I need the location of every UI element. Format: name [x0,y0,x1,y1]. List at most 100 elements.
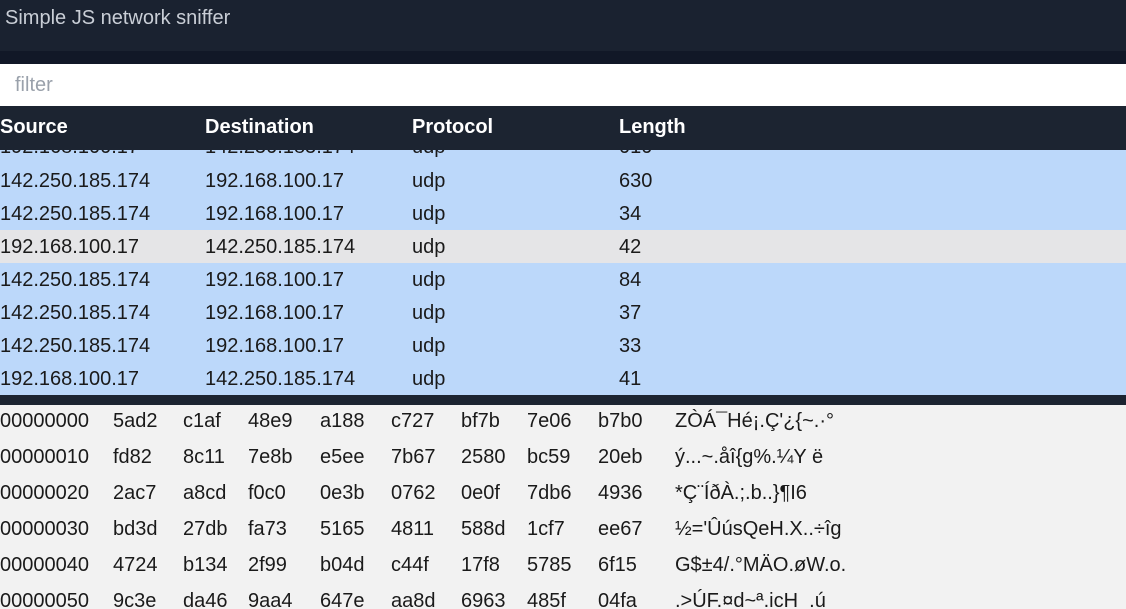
hex-word: 7b67 [391,446,436,468]
pane-divider[interactable] [0,395,1126,405]
hex-word: 9aa4 [248,590,293,609]
hex-word: 2580 [461,446,506,468]
column-header-destination[interactable]: Destination [205,116,314,139]
hex-word: 4811 [391,518,435,540]
hexdump-line: 00000030 bd3d 27db fa73 5165 4811 588d 1… [0,513,1126,549]
hex-word: 0e3b [320,482,365,504]
packet-destination: 192.168.100.17 [205,302,345,324]
hex-word: a8cd [183,482,227,504]
hex-word: 2ac7 [113,482,157,504]
hex-word: 647e [320,590,365,609]
packet-length: 630 [619,170,653,192]
hex-word: 7db6 [527,482,572,504]
hex-word: da46 [183,590,228,609]
packet-source: 192.168.100.17 [0,150,139,159]
packet-source: 192.168.100.17 [0,236,140,258]
packet-length: 37 [619,302,642,324]
hex-word: 5165 [320,518,365,540]
packet-protocol: udp [412,150,445,159]
hex-word: 9c3e [113,590,157,609]
packet-destination: 142.250.185.174 [205,236,356,258]
hex-ascii: .>ÚF.¤d~ª.icH_.ú [675,590,826,609]
hex-word: bf7b [461,410,500,432]
packet-row[interactable]: 192.168.100.17 142.250.185.174 udp 41 [0,362,1126,395]
hex-ascii: ½='ÛúsQeH.X..÷îg [675,518,842,540]
hex-word: 0e0f [461,482,500,504]
hex-offset: 00000000 [0,410,89,432]
packet-length: 34 [619,203,642,225]
packet-destination: 192.168.100.17 [205,170,345,192]
hex-offset: 00000030 [0,518,89,540]
column-header-protocol[interactable]: Protocol [412,116,493,139]
hex-word: 7e06 [527,410,572,432]
packet-source: 142.250.185.174 [0,335,151,357]
hex-word: 6f15 [598,554,637,576]
packet-row[interactable]: 142.250.185.174 192.168.100.17 udp 37 [0,296,1126,329]
hex-word: 4936 [598,482,643,504]
packet-protocol: udp [412,236,446,258]
hex-word: 8c11 [183,446,225,468]
packet-protocol: udp [412,368,446,390]
hex-word: 7e8b [248,446,293,468]
packet-source: 142.250.185.174 [0,203,151,225]
hex-word: c727 [391,410,435,432]
hexdump-line: 00000010 fd82 8c11 7e8b e5ee 7b67 2580 b… [0,441,1126,477]
hex-word: 5ad2 [113,410,158,432]
column-header-length[interactable]: Length [619,116,686,139]
packet-row[interactable]: 192.168.100.17 142.250.185.174 udp 010 [0,150,1126,163]
hex-word: fa73 [248,518,287,540]
window-title-text: Simple JS network sniffer [5,7,231,29]
hex-offset: 00000040 [0,554,89,576]
column-header-source[interactable]: Source [0,116,68,139]
sniffer-app: Simple JS network sniffer Source Destina… [0,0,1126,609]
packet-length: 010 [619,150,652,159]
hexdump-line: 00000000 5ad2 c1af 48e9 a188 c727 bf7b 7… [0,405,1126,441]
hexdump-line: 00000040 4724 b134 2f99 b04d c44f 17f8 5… [0,549,1126,585]
packet-length: 41 [619,368,642,390]
hex-word: a188 [320,410,365,432]
packet-destination: 192.168.100.17 [205,335,345,357]
hex-word: f0c0 [248,482,286,504]
hex-word: 04fa [598,590,637,609]
packet-destination: 142.250.185.174 [205,368,356,390]
packet-length: 42 [619,236,642,258]
hex-offset: 00000020 [0,482,89,504]
hexdump-line: 00000020 2ac7 a8cd f0c0 0e3b 0762 0e0f 7… [0,477,1126,513]
hex-word: 485f [527,590,566,609]
hex-word: b7b0 [598,410,643,432]
packet-list[interactable]: 192.168.100.17 142.250.185.174 udp 010 1… [0,150,1126,395]
packet-row[interactable]: 142.250.185.174 192.168.100.17 udp 34 [0,197,1126,230]
hex-ascii: *Ç¨ÍðÀ.;.b..}¶I6 [675,482,807,504]
packet-source: 192.168.100.17 [0,368,140,390]
hex-ascii: G$±4/.°MÄO.øW.o. [675,554,847,576]
packet-row[interactable]: 142.250.185.174 192.168.100.17 udp 33 [0,329,1126,362]
packet-source: 142.250.185.174 [0,170,151,192]
hex-word: aa8d [391,590,436,609]
packet-destination: 192.168.100.17 [205,269,345,291]
packet-destination: 142.250.185.174 [205,150,355,159]
hex-word: 5785 [527,554,572,576]
hex-word: 20eb [598,446,643,468]
packet-protocol: udp [412,203,446,225]
packet-protocol: udp [412,335,446,357]
hex-word: 17f8 [461,554,500,576]
filter-bar [0,51,1126,64]
hex-word: 588d [461,518,506,540]
hex-word: 4724 [113,554,158,576]
packet-protocol: udp [412,302,446,324]
packet-source: 142.250.185.174 [0,269,151,291]
packet-length: 84 [619,269,642,291]
packet-row[interactable]: 142.250.185.174 192.168.100.17 udp 630 [0,164,1126,197]
packet-length: 33 [619,335,642,357]
packet-table-header: Source Destination Protocol Length [0,106,1126,150]
hex-word: b04d [320,554,365,576]
hexdump-line: 00000050 9c3e da46 9aa4 647e aa8d 6963 4… [0,585,1126,609]
filter-input[interactable] [0,64,1126,106]
packet-row[interactable]: 142.250.185.174 192.168.100.17 udp 84 [0,263,1126,296]
packet-row-selected[interactable]: 192.168.100.17 142.250.185.174 udp 42 [0,230,1126,263]
hexdump-panel: 00000000 5ad2 c1af 48e9 a188 c727 bf7b 7… [0,405,1126,609]
window-title: Simple JS network sniffer [0,0,1126,51]
hex-offset: 00000050 [0,590,89,609]
hex-word: fd82 [113,446,152,468]
packet-source: 142.250.185.174 [0,302,151,324]
